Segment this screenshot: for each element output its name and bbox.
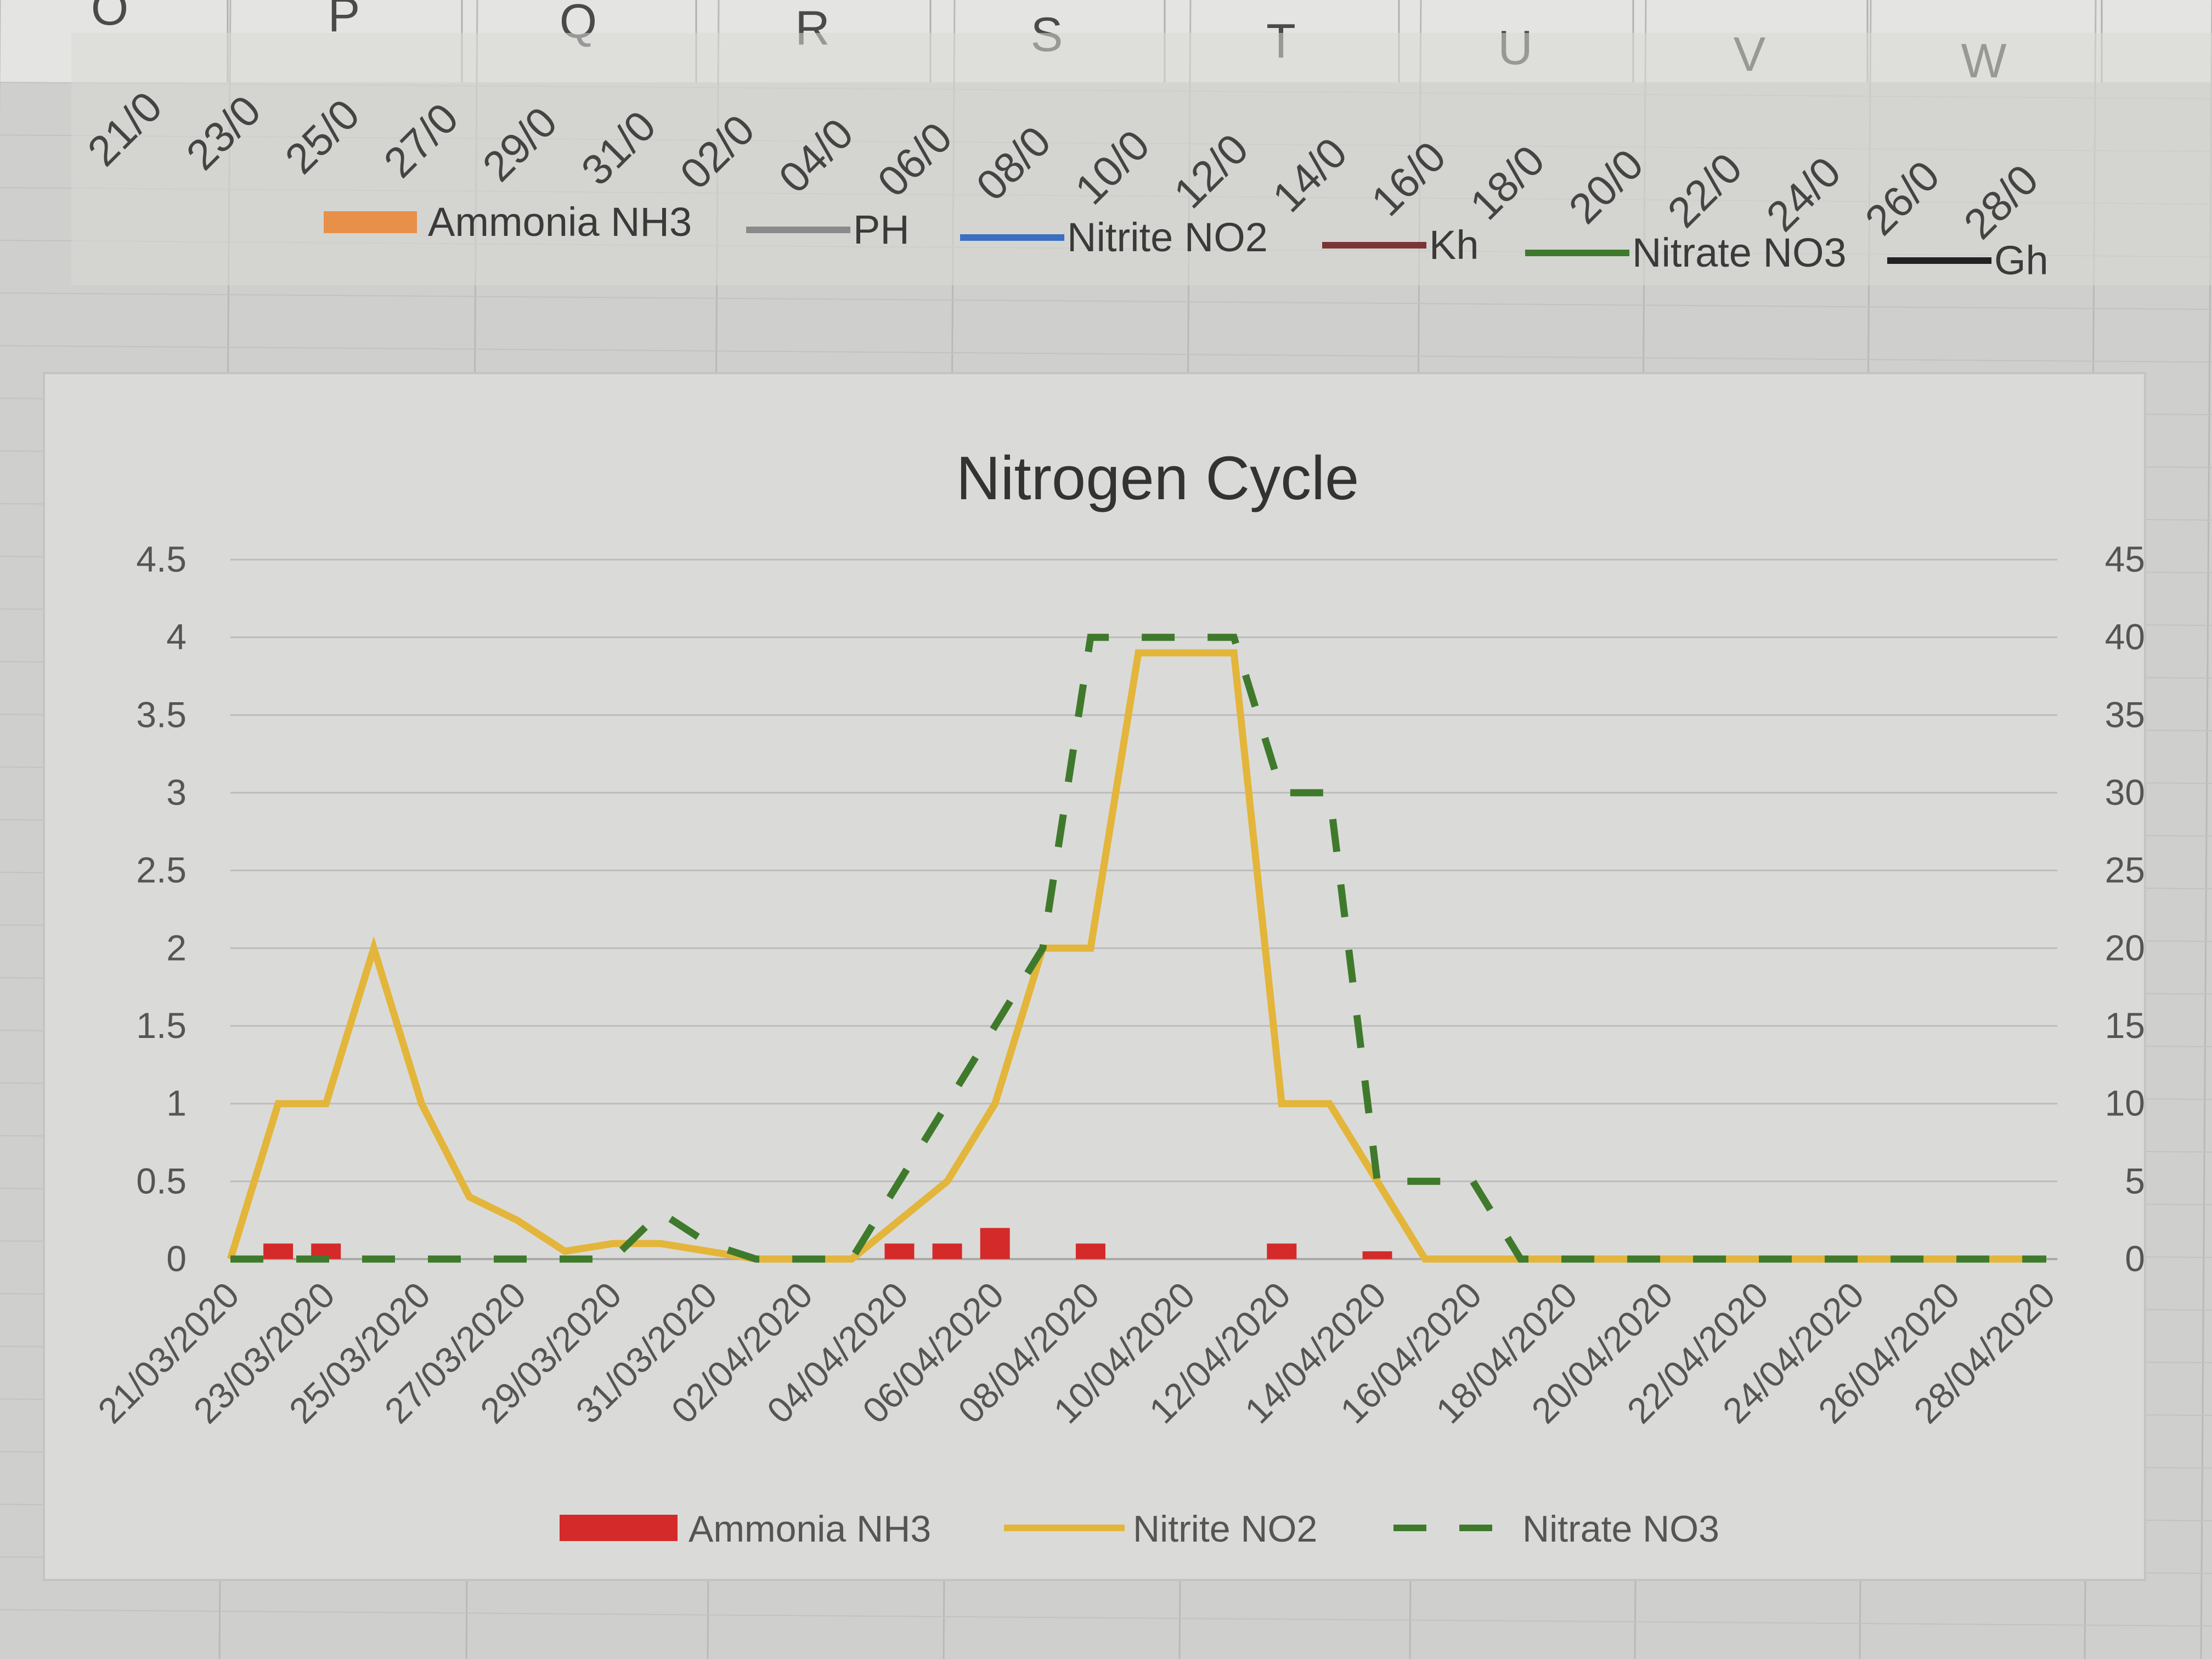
- legend-label: Nitrite NO2: [1133, 1508, 1317, 1550]
- left-y-tick: 3: [166, 772, 187, 812]
- left-y-tick: 2: [166, 927, 187, 968]
- ammonia-bar: [980, 1228, 1010, 1259]
- ammonia-bar: [263, 1243, 294, 1259]
- legend-label: Ammonia NH3: [689, 1508, 931, 1550]
- top-legend-label: PH: [853, 207, 910, 252]
- top-legend-label: Nitrate NO3: [1632, 230, 1847, 275]
- right-y-tick: 10: [2105, 1083, 2145, 1124]
- column-header-o: O: [91, 0, 128, 35]
- right-y-tick: 35: [2105, 694, 2145, 735]
- top-legend-swatch: [324, 211, 417, 233]
- right-y-tick: 5: [2125, 1160, 2145, 1201]
- left-y-tick: 2.5: [136, 850, 187, 890]
- chart-legend: Ammonia NH3 Nitrite NO2 Nitrate NO3: [560, 1508, 1719, 1550]
- nitrogen-cycle-chart: Nitrogen Cycle 4.5 4 3.5 3 2.5 2 1.5 1 0.5 0 45 40…: [43, 372, 2146, 1581]
- left-y-tick: 3.5: [136, 694, 187, 735]
- legend-label: Nitrate NO3: [1522, 1508, 1719, 1550]
- legend-swatch: [560, 1515, 678, 1541]
- ammonia-bar: [1362, 1251, 1392, 1259]
- right-y-tick: 20: [2105, 927, 2145, 968]
- left-y-tick: 0.5: [136, 1160, 187, 1201]
- left-y-tick: 1.5: [136, 1005, 187, 1046]
- right-y-tick: 40: [2105, 617, 2145, 657]
- ammonia-bar: [1075, 1243, 1105, 1259]
- left-y-tick: 1: [166, 1083, 187, 1124]
- right-y-tick: 25: [2105, 850, 2145, 890]
- left-y-tick: 4.5: [136, 539, 187, 579]
- right-y-tick: 15: [2105, 1005, 2145, 1046]
- right-y-tick: 0: [2125, 1238, 2145, 1279]
- ammonia-bar: [932, 1243, 962, 1259]
- top-legend-label: Gh: [1994, 238, 2049, 283]
- top-legend-label: Kh: [1429, 222, 1479, 268]
- left-y-tick: 0: [166, 1238, 187, 1279]
- right-y-tick: 45: [2105, 539, 2145, 579]
- ammonia-bar: [884, 1243, 915, 1259]
- ammonia-bar: [1267, 1243, 1297, 1259]
- top-legend-label: Ammonia NH3: [428, 199, 692, 245]
- chart-title: Nitrogen Cycle: [956, 444, 1359, 512]
- right-y-tick: 30: [2105, 772, 2145, 812]
- left-y-tick: 4: [166, 617, 187, 657]
- top-legend-label: Nitrite NO2: [1067, 215, 1268, 260]
- spreadsheet-view: OPQRSTUVW 21/023/025/027/029/031/002/004…: [0, 0, 2212, 1659]
- top-chart: 21/0 23/0 25/0 27/0 29/0 31/0 02/0 04/0 06/0 08/0…: [71, 33, 2212, 285]
